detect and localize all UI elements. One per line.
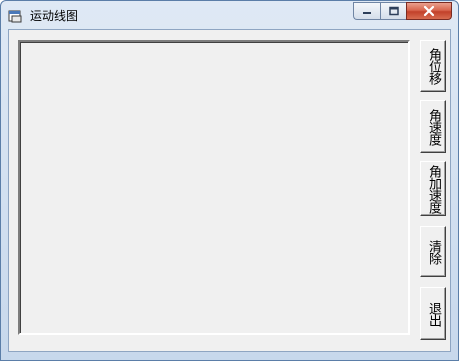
angular-velocity-label: 角速度 [426, 108, 441, 145]
exit-label: 退出 [426, 301, 441, 326]
maximize-button[interactable] [380, 2, 406, 20]
plot-area [18, 40, 410, 335]
angular-velocity-button[interactable]: 角速度 [420, 100, 446, 153]
clear-button[interactable]: 清除 [420, 226, 446, 277]
exit-button[interactable]: 退出 [420, 287, 446, 340]
close-icon [423, 5, 435, 17]
maximize-icon [388, 6, 399, 16]
app-icon [8, 8, 22, 23]
minimize-icon [363, 12, 371, 14]
client-area: 角位移 角速度 角加速度 清除 退出 [8, 29, 451, 352]
caption-buttons [353, 2, 452, 21]
window-title: 运动线图 [30, 9, 79, 23]
clear-label: 清除 [426, 239, 441, 264]
angular-acceleration-label: 角加速度 [426, 164, 441, 213]
minimize-button[interactable] [353, 2, 380, 20]
angular-displacement-button[interactable]: 角位移 [420, 40, 446, 92]
close-button[interactable] [406, 2, 452, 20]
angular-acceleration-button[interactable]: 角加速度 [420, 161, 446, 216]
app-window: 运动线图 角位移 角速度 角加速度 清除 退出 [0, 0, 459, 361]
title-bar[interactable]: 运动线图 [1, 1, 458, 29]
angular-displacement-label: 角位移 [426, 48, 441, 84]
